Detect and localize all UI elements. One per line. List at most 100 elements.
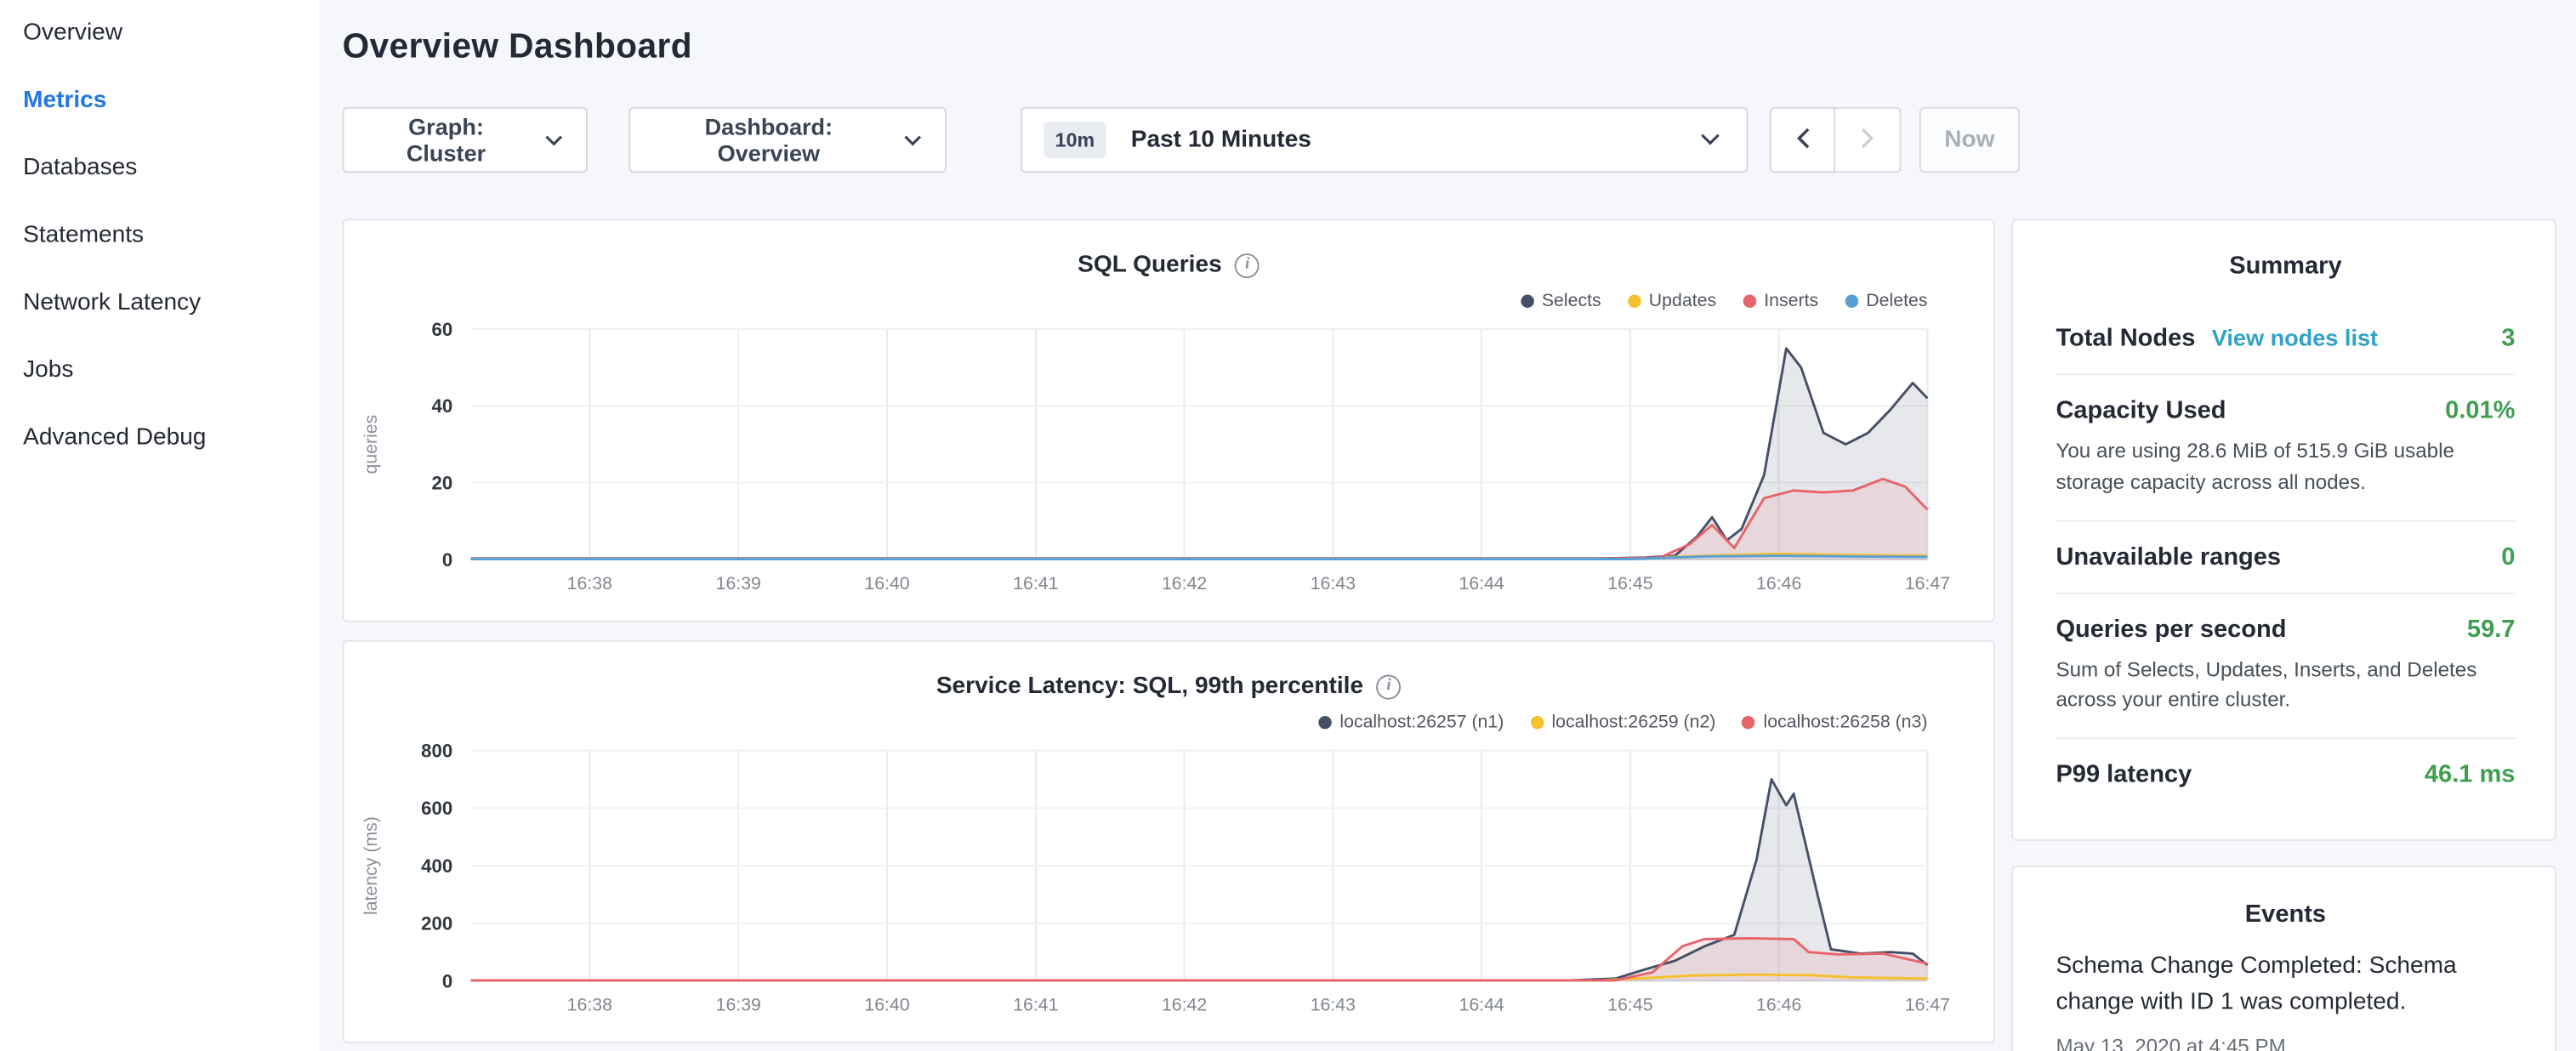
chart-plot[interactable]: 16:3816:3916:4016:4116:4216:4316:4416:45… bbox=[344, 734, 1993, 1024]
svg-text:queries: queries bbox=[361, 415, 381, 474]
info-icon[interactable]: i bbox=[1377, 674, 1402, 699]
info-icon[interactable]: i bbox=[1235, 253, 1260, 277]
event-message: Schema Change Completed: Schema change w… bbox=[2056, 948, 2515, 1022]
time-range-selector[interactable]: 10m Past 10 Minutes bbox=[1021, 107, 1748, 173]
svg-text:16:46: 16:46 bbox=[1756, 994, 1801, 1014]
svg-text:800: 800 bbox=[421, 740, 452, 761]
summary-description: You are using 28.6 MiB of 515.9 GiB usab… bbox=[2056, 436, 2515, 498]
svg-text:0: 0 bbox=[442, 549, 452, 571]
time-range-badge: 10m bbox=[1043, 122, 1106, 158]
sidebar-item-metrics[interactable]: Metrics bbox=[0, 67, 319, 134]
legend-item[interactable]: localhost:26259 (n2) bbox=[1530, 712, 1715, 731]
events-panel: Events Schema Change Completed: Schema c… bbox=[2011, 866, 2556, 1051]
legend-item[interactable]: Selects bbox=[1521, 291, 1601, 310]
legend-dot-icon bbox=[1742, 715, 1754, 728]
legend-dot-icon bbox=[1845, 293, 1857, 306]
svg-text:16:45: 16:45 bbox=[1607, 573, 1652, 594]
legend-label: Deletes bbox=[1866, 291, 1927, 310]
legend-label: Inserts bbox=[1764, 291, 1818, 310]
chart-legend: Selects Updates Inserts Deletes bbox=[344, 288, 1928, 313]
legend-dot-icon bbox=[1628, 293, 1641, 306]
charts-column: SQL Queries i Selects Updates Inserts Delet… bbox=[343, 219, 1995, 1051]
svg-text:16:43: 16:43 bbox=[1311, 573, 1356, 594]
chevron-down-icon bbox=[904, 134, 922, 146]
legend-label: localhost:26259 (n2) bbox=[1551, 712, 1715, 731]
chart-title-row: Service Latency: SQL, 99th percentile i bbox=[344, 670, 1993, 703]
legend-dot-icon bbox=[1521, 293, 1533, 306]
right-sidebar: Summary Total Nodes View nodes list 3 Ca… bbox=[2011, 219, 2556, 1051]
sidebar-item-overview[interactable]: Overview bbox=[0, 0, 319, 67]
summary-panel: Summary Total Nodes View nodes list 3 Ca… bbox=[2011, 219, 2556, 841]
sidebar-item-jobs[interactable]: Jobs bbox=[0, 338, 319, 405]
sidebar-item-advanced-debug[interactable]: Advanced Debug bbox=[0, 405, 319, 472]
page-title: Overview Dashboard bbox=[343, 26, 2556, 67]
svg-text:200: 200 bbox=[421, 913, 452, 935]
controls-bar: Graph: Cluster Dashboard: Overview 10m P… bbox=[343, 107, 2556, 173]
svg-text:16:39: 16:39 bbox=[716, 573, 761, 594]
summary-row-unavailable-ranges: Unavailable ranges 0 bbox=[2056, 520, 2515, 592]
view-nodes-list-link[interactable]: View nodes list bbox=[2212, 324, 2378, 350]
dashboard-dropdown-label: Dashboard: Overview bbox=[653, 114, 884, 167]
svg-text:16:42: 16:42 bbox=[1162, 573, 1207, 594]
legend-dot-icon bbox=[1743, 293, 1755, 306]
legend-item[interactable]: Inserts bbox=[1743, 291, 1818, 310]
sidebar: Overview Metrics Databases Statements Ne… bbox=[0, 0, 319, 1051]
summary-label: P99 latency bbox=[2056, 760, 2192, 788]
legend-item[interactable]: Deletes bbox=[1845, 291, 1927, 310]
chart-plot[interactable]: 16:3816:3916:4016:4116:4216:4316:4416:45… bbox=[344, 313, 1993, 603]
svg-text:400: 400 bbox=[421, 855, 452, 877]
svg-text:16:41: 16:41 bbox=[1013, 994, 1058, 1014]
chart-title: Service Latency: SQL, 99th percentile bbox=[936, 673, 1363, 700]
chart-legend: localhost:26257 (n1) localhost:26259 (n2)… bbox=[344, 709, 1928, 734]
svg-text:16:43: 16:43 bbox=[1311, 994, 1356, 1014]
legend-dot-icon bbox=[1530, 715, 1543, 728]
svg-text:20: 20 bbox=[432, 472, 453, 493]
legend-item[interactable]: localhost:26257 (n1) bbox=[1318, 712, 1504, 731]
chart-title-row: SQL Queries i bbox=[344, 248, 1993, 281]
page: Overview Metrics Databases Statements Ne… bbox=[0, 0, 2576, 1051]
summary-value: 3 bbox=[2501, 324, 2515, 352]
app: Overview Metrics Databases Statements Ne… bbox=[0, 0, 2576, 1051]
chevron-down-icon bbox=[1700, 134, 1720, 146]
svg-text:60: 60 bbox=[432, 319, 453, 340]
events-title: Events bbox=[2056, 867, 2515, 948]
summary-row-p99-latency: P99 latency 46.1 ms bbox=[2056, 737, 2515, 810]
legend-label: Updates bbox=[1649, 291, 1716, 310]
summary-label: Capacity Used bbox=[2056, 396, 2226, 424]
svg-text:16:45: 16:45 bbox=[1607, 994, 1652, 1014]
summary-row-queries-per-second: Queries per second 59.7 Sum of Selects, … bbox=[2056, 592, 2515, 737]
sidebar-item-databases[interactable]: Databases bbox=[0, 135, 319, 202]
legend-item[interactable]: localhost:26258 (n3) bbox=[1742, 712, 1927, 731]
summary-row-total-nodes: Total Nodes View nodes list 3 bbox=[2056, 303, 2515, 373]
legend-label: localhost:26258 (n3) bbox=[1764, 712, 1928, 731]
svg-text:16:46: 16:46 bbox=[1756, 573, 1801, 594]
now-button[interactable]: Now bbox=[1919, 107, 2020, 173]
chevron-down-icon bbox=[545, 134, 563, 146]
service-latency-chart-panel: Service Latency: SQL, 99th percentile i … bbox=[343, 640, 1995, 1043]
legend-item[interactable]: Updates bbox=[1628, 291, 1716, 310]
summary-description: Sum of Selects, Updates, Inserts, and De… bbox=[2056, 654, 2515, 716]
dashboard-dropdown[interactable]: Dashboard: Overview bbox=[628, 107, 947, 173]
time-range-label: Past 10 Minutes bbox=[1131, 127, 1311, 153]
time-step-back-button[interactable] bbox=[1770, 107, 1835, 173]
svg-text:16:47: 16:47 bbox=[1905, 994, 1950, 1014]
graph-scope-label: Graph: Cluster bbox=[367, 114, 526, 167]
svg-text:16:40: 16:40 bbox=[864, 573, 909, 594]
event-item[interactable]: Schema Change Completed: Schema change w… bbox=[2056, 948, 2515, 1051]
sidebar-item-network-latency[interactable]: Network Latency bbox=[0, 270, 319, 337]
dashboard-body: SQL Queries i Selects Updates Inserts Delet… bbox=[343, 219, 2556, 1051]
chevron-left-icon bbox=[1795, 126, 1810, 154]
event-timestamp: May 13, 2020 at 4:45 PM bbox=[2056, 1035, 2515, 1051]
svg-text:600: 600 bbox=[421, 798, 452, 819]
sidebar-item-statements[interactable]: Statements bbox=[0, 202, 319, 270]
svg-text:latency (ms): latency (ms) bbox=[361, 816, 381, 915]
legend-dot-icon bbox=[1318, 715, 1331, 728]
graph-scope-dropdown[interactable]: Graph: Cluster bbox=[343, 107, 588, 173]
svg-text:16:41: 16:41 bbox=[1013, 573, 1058, 594]
summary-value: 46.1 ms bbox=[2425, 760, 2516, 788]
svg-text:16:38: 16:38 bbox=[567, 994, 612, 1014]
summary-label: Unavailable ranges bbox=[2056, 543, 2281, 571]
svg-text:16:44: 16:44 bbox=[1459, 573, 1504, 594]
legend-label: Selects bbox=[1542, 291, 1601, 310]
time-step-forward-button[interactable] bbox=[1835, 107, 1901, 173]
